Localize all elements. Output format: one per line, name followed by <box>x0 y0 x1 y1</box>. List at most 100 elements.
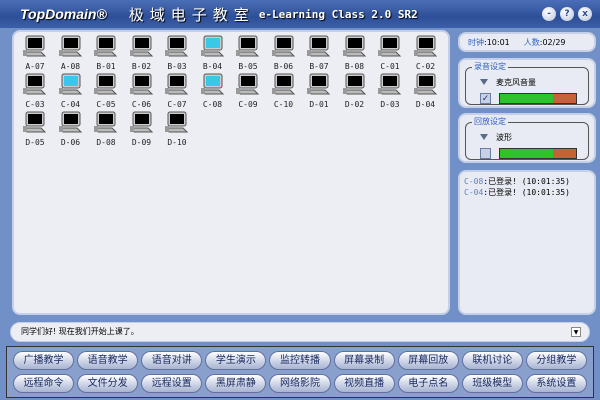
playback-volume-meter[interactable] <box>499 147 577 159</box>
computer-label: D-03 <box>380 100 400 109</box>
status-panel: 时钟:10:01 人数:02/29 <box>458 32 596 52</box>
computer-B-05[interactable]: B-05 <box>233 35 263 71</box>
computer-A-08[interactable]: A-08 <box>56 35 86 71</box>
computer-icon <box>413 73 437 95</box>
computer-C-07[interactable]: C-07 <box>162 73 192 109</box>
computer-D-04[interactable]: D-04 <box>411 73 441 109</box>
computer-B-02[interactable]: B-02 <box>127 35 157 71</box>
computer-label: A-07 <box>25 62 45 71</box>
computer-label: D-06 <box>60 138 81 147</box>
computer-icon <box>342 73 366 95</box>
message-input[interactable]: 同学们好! 现在我们开始上课了。 ▼ <box>10 322 590 342</box>
computer-D-05[interactable]: D-05 <box>20 111 50 147</box>
computer-B-04[interactable]: B-04 <box>198 35 228 71</box>
record-source[interactable]: 麦克风音量 <box>496 77 536 88</box>
function-button[interactable]: 系统设置 <box>525 374 587 393</box>
computer-icon <box>129 73 153 95</box>
function-button[interactable]: 电子点名 <box>397 374 459 393</box>
computer-D-08[interactable]: D-08 <box>91 111 121 147</box>
computer-icon <box>342 35 366 57</box>
dropdown-arrow-icon[interactable]: ▼ <box>571 327 581 337</box>
computer-icon <box>307 35 331 57</box>
function-button[interactable]: 屏幕回放 <box>397 351 459 370</box>
computer-C-06[interactable]: C-06 <box>127 73 157 109</box>
computer-label: C-03 <box>25 100 45 109</box>
computer-D-09[interactable]: D-09 <box>127 111 157 147</box>
computer-icon <box>23 35 47 57</box>
function-button[interactable]: 视频直播 <box>333 374 395 393</box>
computer-label: B-06 <box>273 62 294 71</box>
function-button[interactable]: 联机讨论 <box>461 351 523 370</box>
count-label: 人数 <box>523 38 540 47</box>
log-panel: C-08:已登录! (10:01:35) C-04:已登录! (10:01:35… <box>458 170 596 315</box>
computer-label: C-07 <box>167 100 187 109</box>
brand-logo: TopDomain® <box>20 6 107 22</box>
record-checkbox[interactable]: ✓ <box>480 92 491 104</box>
function-buttons: 广播教学 语音教学 语音对讲 学生演示 监控转播 屏幕录制 屏幕回放 联机讨论 分组教学远程命令… <box>6 346 594 398</box>
count-value: 02/29 <box>542 38 566 47</box>
computer-B-03[interactable]: B-03 <box>162 35 192 71</box>
computer-icon <box>413 35 437 57</box>
computer-label: C-05 <box>96 100 116 109</box>
computer-icon <box>23 73 47 95</box>
function-button[interactable]: 学生演示 <box>205 351 267 370</box>
clock-label: 时钟 <box>468 38 484 47</box>
close-button[interactable]: x <box>578 7 592 21</box>
computer-D-01[interactable]: D-01 <box>304 73 334 109</box>
computer-label: C-01 <box>380 62 400 71</box>
computer-C-09[interactable]: C-09 <box>233 73 263 109</box>
function-button[interactable]: 屏幕录制 <box>333 351 395 370</box>
playback-panel: 回放设定 波形 <box>458 113 596 163</box>
computer-D-06[interactable]: D-06 <box>56 111 86 147</box>
computer-icon <box>165 111 189 133</box>
function-button[interactable]: 黑屏肃静 <box>205 374 267 393</box>
computer-C-05[interactable]: C-05 <box>91 73 121 109</box>
computer-icon <box>94 111 118 133</box>
function-button[interactable]: 广播教学 <box>13 351 75 370</box>
help-button[interactable]: ? <box>560 7 574 21</box>
computer-D-03[interactable]: D-03 <box>375 73 405 109</box>
computer-D-02[interactable]: D-02 <box>340 73 370 109</box>
computer-label: B-07 <box>309 62 329 71</box>
computer-label: D-01 <box>309 100 329 109</box>
computer-label: D-04 <box>415 100 436 109</box>
clock-value: 10:01 <box>486 38 510 47</box>
playback-checkbox[interactable] <box>480 147 491 159</box>
computer-B-06[interactable]: B-06 <box>269 35 299 71</box>
function-button[interactable]: 网络影院 <box>269 374 331 393</box>
computer-label: C-08 <box>202 100 223 109</box>
computer-B-01[interactable]: B-01 <box>91 35 121 71</box>
function-button[interactable]: 班级模型 <box>461 374 523 393</box>
computer-icon <box>129 35 153 57</box>
computer-label: D-02 <box>344 100 365 109</box>
function-button[interactable]: 远程设置 <box>141 374 203 393</box>
computer-C-10[interactable]: C-10 <box>269 73 299 109</box>
computer-C-03[interactable]: C-03 <box>20 73 50 109</box>
minimize-button[interactable]: - <box>542 7 556 21</box>
computer-C-08[interactable]: C-08 <box>198 73 228 109</box>
computer-D-10[interactable]: D-10 <box>162 111 192 147</box>
function-button[interactable]: 语音教学 <box>77 351 139 370</box>
message-text: 同学们好! 现在我们开始上课了。 <box>21 327 139 336</box>
function-button[interactable]: 远程命令 <box>13 374 75 393</box>
computer-label: D-10 <box>167 138 187 147</box>
computer-C-02[interactable]: C-02 <box>411 35 441 71</box>
dropdown-arrow-icon[interactable] <box>480 79 488 85</box>
playback-source[interactable]: 波形 <box>496 132 512 143</box>
computer-label: C-04 <box>60 100 81 109</box>
function-button[interactable]: 语音对讲 <box>141 351 203 370</box>
function-button[interactable]: 监控转播 <box>269 351 331 370</box>
function-button[interactable]: 分组教学 <box>525 351 587 370</box>
record-volume-meter[interactable] <box>499 92 577 104</box>
computer-C-04[interactable]: C-04 <box>56 73 86 109</box>
computer-icon <box>94 35 118 57</box>
function-button[interactable]: 文件分发 <box>77 374 139 393</box>
computer-B-07[interactable]: B-07 <box>304 35 334 71</box>
dropdown-arrow-icon[interactable] <box>480 134 488 140</box>
computer-label: C-02 <box>415 62 436 71</box>
computer-B-08[interactable]: B-08 <box>340 35 370 71</box>
computer-icon <box>23 111 47 133</box>
computer-A-07[interactable]: A-07 <box>20 35 50 71</box>
computer-C-01[interactable]: C-01 <box>375 35 405 71</box>
computer-label: B-04 <box>202 62 223 71</box>
